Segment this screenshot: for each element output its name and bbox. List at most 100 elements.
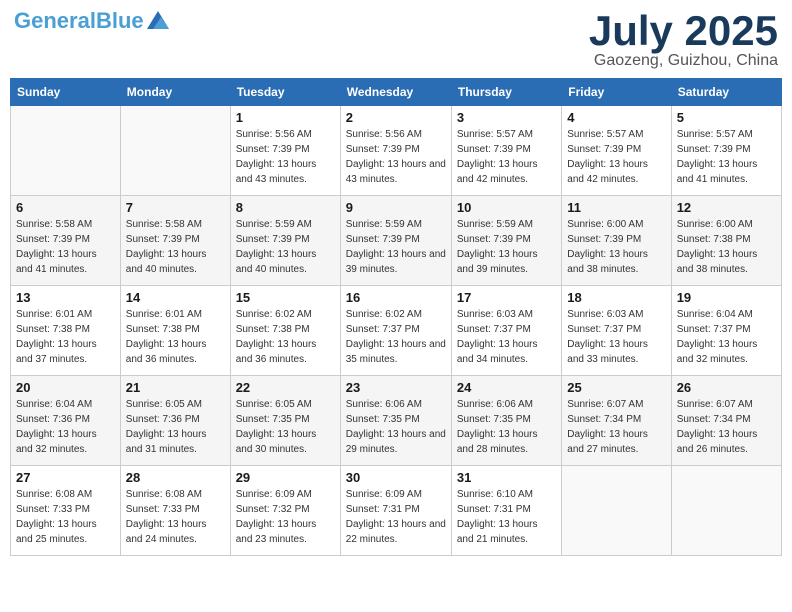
weekday-header: Saturday (671, 79, 781, 106)
calendar-week-row: 27 Sunrise: 6:08 AMSunset: 7:33 PMDayligh… (11, 466, 782, 556)
day-number: 27 (16, 470, 115, 485)
day-number: 12 (677, 200, 776, 215)
day-number: 20 (16, 380, 115, 395)
logo: GeneralBlue (14, 10, 169, 32)
day-info: Sunrise: 5:58 AMSunset: 7:39 PMDaylight:… (126, 217, 225, 277)
day-info: Sunrise: 5:59 AMSunset: 7:39 PMDaylight:… (236, 217, 335, 277)
day-info: Sunrise: 6:05 AMSunset: 7:36 PMDaylight:… (126, 397, 225, 457)
day-number: 5 (677, 110, 776, 125)
weekday-header: Thursday (451, 79, 561, 106)
weekday-header: Friday (562, 79, 671, 106)
day-info: Sunrise: 5:58 AMSunset: 7:39 PMDaylight:… (16, 217, 115, 277)
day-info: Sunrise: 6:03 AMSunset: 7:37 PMDaylight:… (567, 307, 665, 367)
calendar-cell: 5 Sunrise: 5:57 AMSunset: 7:39 PMDaylight… (671, 106, 781, 196)
day-number: 18 (567, 290, 665, 305)
day-number: 1 (236, 110, 335, 125)
calendar-cell: 1 Sunrise: 5:56 AMSunset: 7:39 PMDaylight… (230, 106, 340, 196)
calendar-cell: 19 Sunrise: 6:04 AMSunset: 7:37 PMDayligh… (671, 286, 781, 376)
day-info: Sunrise: 6:03 AMSunset: 7:37 PMDaylight:… (457, 307, 556, 367)
day-info: Sunrise: 6:06 AMSunset: 7:35 PMDaylight:… (346, 397, 446, 457)
calendar-cell (671, 466, 781, 556)
calendar-cell (120, 106, 230, 196)
day-info: Sunrise: 6:04 AMSunset: 7:36 PMDaylight:… (16, 397, 115, 457)
day-info: Sunrise: 6:04 AMSunset: 7:37 PMDaylight:… (677, 307, 776, 367)
calendar-cell: 9Sunrise: 5:59 AMSunset: 7:39 PMDaylight… (340, 196, 451, 286)
weekday-header: Tuesday (230, 79, 340, 106)
day-number: 19 (677, 290, 776, 305)
day-number: 7 (126, 200, 225, 215)
day-number: 28 (126, 470, 225, 485)
day-number: 17 (457, 290, 556, 305)
day-info: Sunrise: 6:07 AMSunset: 7:34 PMDaylight:… (567, 397, 665, 457)
calendar-week-row: 13 Sunrise: 6:01 AMSunset: 7:38 PMDayligh… (11, 286, 782, 376)
day-number: 15 (236, 290, 335, 305)
logo-text: GeneralBlue (14, 10, 144, 32)
day-info: Sunrise: 6:08 AMSunset: 7:33 PMDaylight:… (16, 487, 115, 547)
calendar-cell: 7 Sunrise: 5:58 AMSunset: 7:39 PMDaylight… (120, 196, 230, 286)
calendar-cell: 21 Sunrise: 6:05 AMSunset: 7:36 PMDayligh… (120, 376, 230, 466)
day-number: 16 (346, 290, 446, 305)
weekday-header: Monday (120, 79, 230, 106)
calendar-week-row: 1 Sunrise: 5:56 AMSunset: 7:39 PMDaylight… (11, 106, 782, 196)
weekday-header-row: SundayMondayTuesdayWednesdayThursdayFrid… (11, 79, 782, 106)
day-info: Sunrise: 5:57 AMSunset: 7:39 PMDaylight:… (677, 127, 776, 187)
day-info: Sunrise: 6:02 AMSunset: 7:37 PMDaylight:… (346, 307, 446, 367)
day-info: Sunrise: 6:09 AMSunset: 7:32 PMDaylight:… (236, 487, 335, 547)
day-number: 11 (567, 200, 665, 215)
day-number: 24 (457, 380, 556, 395)
day-info: Sunrise: 6:05 AMSunset: 7:35 PMDaylight:… (236, 397, 335, 457)
logo-icon (147, 11, 169, 29)
calendar-cell: 30 Sunrise: 6:09 AMSunset: 7:31 PMDayligh… (340, 466, 451, 556)
calendar-cell: 6 Sunrise: 5:58 AMSunset: 7:39 PMDaylight… (11, 196, 121, 286)
day-info: Sunrise: 6:00 AMSunset: 7:39 PMDaylight:… (567, 217, 665, 277)
day-number: 6 (16, 200, 115, 215)
day-info: Sunrise: 5:57 AMSunset: 7:39 PMDaylight:… (457, 127, 556, 187)
day-number: 22 (236, 380, 335, 395)
day-number: 29 (236, 470, 335, 485)
day-number: 8 (236, 200, 335, 215)
calendar-cell: 25 Sunrise: 6:07 AMSunset: 7:34 PMDayligh… (562, 376, 671, 466)
day-info: Sunrise: 6:06 AMSunset: 7:35 PMDaylight:… (457, 397, 556, 457)
calendar-cell (11, 106, 121, 196)
day-info: Sunrise: 5:59 AMSunset: 7:39 PMDaylight:… (457, 217, 556, 277)
calendar-cell: 23 Sunrise: 6:06 AMSunset: 7:35 PMDayligh… (340, 376, 451, 466)
calendar-cell: 3Sunrise: 5:57 AMSunset: 7:39 PMDaylight… (451, 106, 561, 196)
day-info: Sunrise: 6:10 AMSunset: 7:31 PMDaylight:… (457, 487, 556, 547)
day-number: 10 (457, 200, 556, 215)
calendar-cell: 16 Sunrise: 6:02 AMSunset: 7:37 PMDayligh… (340, 286, 451, 376)
location: Gaozeng, Guizhou, China (589, 52, 778, 70)
day-info: Sunrise: 6:07 AMSunset: 7:34 PMDaylight:… (677, 397, 776, 457)
day-number: 26 (677, 380, 776, 395)
calendar-cell: 29 Sunrise: 6:09 AMSunset: 7:32 PMDayligh… (230, 466, 340, 556)
day-info: Sunrise: 6:09 AMSunset: 7:31 PMDaylight:… (346, 487, 446, 547)
calendar-table: SundayMondayTuesdayWednesdayThursdayFrid… (10, 78, 782, 556)
day-number: 14 (126, 290, 225, 305)
day-number: 30 (346, 470, 446, 485)
day-number: 13 (16, 290, 115, 305)
day-number: 21 (126, 380, 225, 395)
calendar-cell: 15Sunrise: 6:02 AMSunset: 7:38 PMDayligh… (230, 286, 340, 376)
calendar-cell: 31 Sunrise: 6:10 AMSunset: 7:31 PMDayligh… (451, 466, 561, 556)
title-block: July 2025 Gaozeng, Guizhou, China (589, 10, 778, 70)
day-number: 31 (457, 470, 556, 485)
calendar-cell: 4 Sunrise: 5:57 AMSunset: 7:39 PMDaylight… (562, 106, 671, 196)
day-info: Sunrise: 6:08 AMSunset: 7:33 PMDaylight:… (126, 487, 225, 547)
calendar-cell: 13 Sunrise: 6:01 AMSunset: 7:38 PMDayligh… (11, 286, 121, 376)
day-number: 23 (346, 380, 446, 395)
day-number: 2 (346, 110, 446, 125)
calendar-cell (562, 466, 671, 556)
calendar-cell: 17 Sunrise: 6:03 AMSunset: 7:37 PMDayligh… (451, 286, 561, 376)
calendar-cell: 22 Sunrise: 6:05 AMSunset: 7:35 PMDayligh… (230, 376, 340, 466)
day-info: Sunrise: 5:57 AMSunset: 7:39 PMDaylight:… (567, 127, 665, 187)
calendar-cell: 12 Sunrise: 6:00 AMSunset: 7:38 PMDayligh… (671, 196, 781, 286)
calendar-cell: 18 Sunrise: 6:03 AMSunset: 7:37 PMDayligh… (562, 286, 671, 376)
calendar-cell: 14Sunrise: 6:01 AMSunset: 7:38 PMDayligh… (120, 286, 230, 376)
calendar-cell: 8 Sunrise: 5:59 AMSunset: 7:39 PMDaylight… (230, 196, 340, 286)
day-number: 25 (567, 380, 665, 395)
day-info: Sunrise: 5:56 AMSunset: 7:39 PMDaylight:… (236, 127, 335, 187)
day-info: Sunrise: 6:01 AMSunset: 7:38 PMDaylight:… (16, 307, 115, 367)
calendar-cell: 27 Sunrise: 6:08 AMSunset: 7:33 PMDayligh… (11, 466, 121, 556)
day-info: Sunrise: 6:00 AMSunset: 7:38 PMDaylight:… (677, 217, 776, 277)
calendar-cell: 10 Sunrise: 5:59 AMSunset: 7:39 PMDayligh… (451, 196, 561, 286)
day-number: 4 (567, 110, 665, 125)
